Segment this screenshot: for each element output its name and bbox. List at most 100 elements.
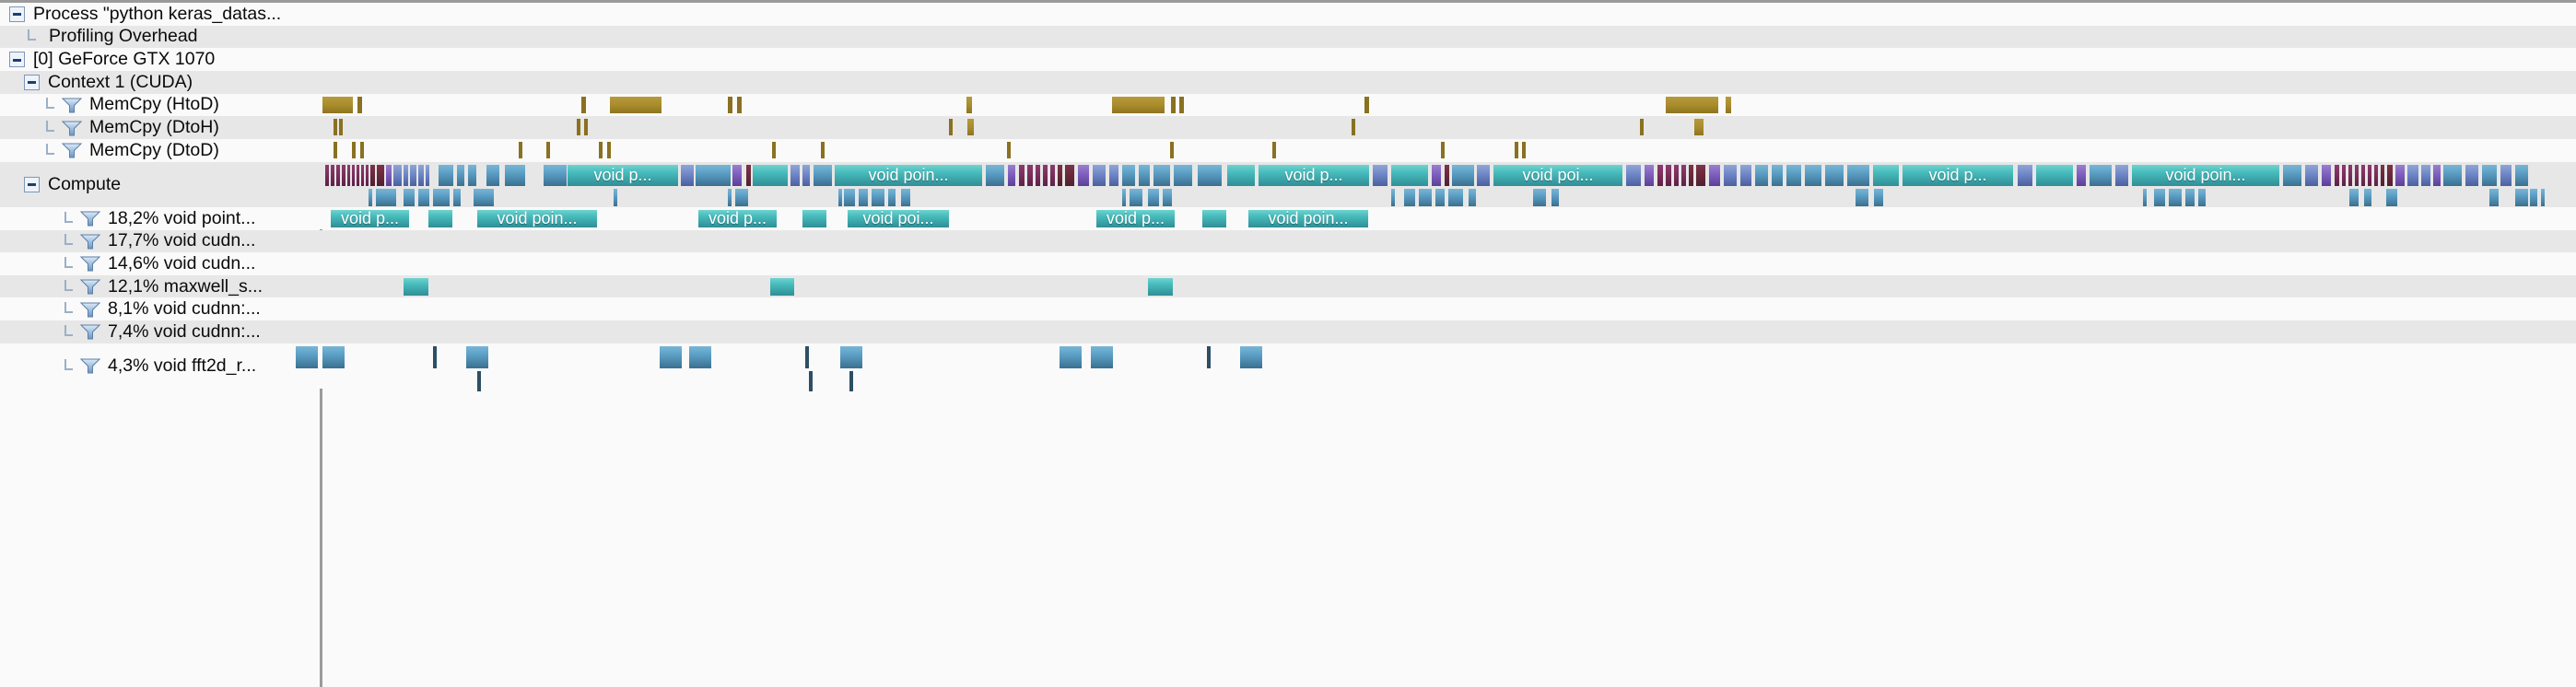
timeline-bar[interactable] [901, 188, 910, 206]
timeline-bar[interactable] [1551, 188, 1559, 206]
timeline-bar[interactable] [2433, 164, 2441, 186]
timeline-bar[interactable]: void poi... [848, 209, 949, 227]
timeline-bar[interactable] [336, 164, 340, 186]
timeline-bar[interactable] [1391, 188, 1395, 206]
timeline-bar[interactable] [577, 119, 580, 136]
timeline-bar[interactable] [844, 188, 855, 206]
timeline-bar[interactable] [1404, 188, 1415, 206]
timeline-bar[interactable] [357, 164, 359, 186]
timeline-bar[interactable] [474, 188, 494, 206]
timeline-bar[interactable] [352, 164, 355, 186]
timeline-bar[interactable] [2198, 188, 2206, 206]
timeline-bar[interactable] [404, 188, 415, 206]
timeline-bar[interactable] [1207, 345, 1211, 368]
timeline-bar[interactable] [1036, 164, 1040, 186]
timeline-bar[interactable] [772, 141, 776, 158]
timeline-bar[interactable] [599, 141, 603, 158]
timeline-bar[interactable] [790, 164, 800, 186]
tree-row-label[interactable]: 4,3% void fft2d_r... [0, 344, 320, 389]
timeline-bar[interactable] [1825, 164, 1844, 186]
timeline-bar[interactable] [986, 164, 1004, 186]
timeline-bar[interactable] [1060, 345, 1082, 368]
timeline-bar[interactable] [753, 164, 788, 186]
timeline-bar[interactable] [2169, 188, 2182, 206]
timeline-bar[interactable] [1674, 164, 1679, 186]
timeline-bar[interactable] [546, 141, 550, 158]
timeline-row[interactable]: 8,1% void cudnn:... [0, 297, 2576, 321]
timeline-bar[interactable] [1640, 119, 1644, 136]
timeline-bar[interactable] [746, 164, 751, 186]
timeline-bar[interactable]: void poi... [1493, 164, 1622, 186]
timeline-bar[interactable] [2143, 188, 2147, 206]
timeline-bar[interactable] [2374, 164, 2378, 186]
timeline-bar[interactable] [859, 188, 868, 206]
timeline-row[interactable]: 14,6% void cudn... [0, 252, 2576, 275]
timeline-bar[interactable] [805, 345, 809, 368]
filter-funnel-icon[interactable] [80, 255, 100, 272]
timeline-row[interactable]: [0] GeForce GTX 1070 [0, 48, 2576, 71]
timeline-bar[interactable] [581, 96, 586, 113]
timeline-row[interactable]: Profiling Overhead [0, 25, 2576, 49]
timeline-bar[interactable] [418, 188, 429, 206]
filter-funnel-icon[interactable] [62, 120, 82, 136]
timeline-bar[interactable] [453, 188, 461, 206]
timeline-bar[interactable] [689, 345, 711, 368]
timeline-bar[interactable] [949, 119, 953, 136]
timeline-bar[interactable] [404, 164, 408, 186]
filter-funnel-icon[interactable] [80, 357, 100, 374]
timeline-bar[interactable] [357, 96, 362, 113]
timeline-bar[interactable] [2348, 164, 2352, 186]
timeline-bar[interactable] [728, 188, 732, 206]
timeline-bar[interactable] [361, 164, 364, 186]
timeline-lane[interactable] [322, 275, 2576, 298]
timeline-bar[interactable] [1148, 277, 1173, 296]
timeline-bar[interactable] [1050, 164, 1055, 186]
timeline-bar[interactable] [360, 141, 364, 158]
timeline-bar[interactable] [1227, 164, 1255, 186]
timeline-bar[interactable] [2154, 188, 2165, 206]
timeline-bar[interactable] [1873, 164, 1899, 186]
timeline-row[interactable]: MemCpy (DtoH) [0, 116, 2576, 139]
timeline-bar[interactable] [1847, 164, 1869, 186]
timeline-bar[interactable] [584, 119, 588, 136]
timeline-bar[interactable] [696, 164, 731, 186]
timeline-bar[interactable] [814, 164, 832, 186]
timeline-bar[interactable]: void p... [698, 209, 777, 227]
timeline-bar[interactable] [2387, 164, 2393, 186]
timeline-bar[interactable] [1477, 164, 1490, 186]
timeline-bar[interactable] [1364, 96, 1369, 113]
timeline-bar[interactable] [322, 96, 353, 113]
timeline-bar[interactable] [821, 141, 825, 158]
tree-row-label[interactable]: MemCpy (HtoD) [0, 94, 320, 117]
timeline-bar[interactable] [1065, 164, 1074, 186]
timeline-bar[interactable] [1078, 164, 1089, 186]
timeline-bar[interactable] [1174, 164, 1192, 186]
timeline-bar[interactable] [610, 96, 662, 113]
timeline-bar[interactable] [439, 164, 453, 186]
timeline-bar[interactable] [1139, 164, 1150, 186]
timeline-bar[interactable] [1681, 164, 1686, 186]
filter-funnel-icon[interactable] [80, 233, 100, 250]
timeline-lane[interactable] [322, 297, 2576, 320]
timeline-bar[interactable] [369, 188, 372, 206]
timeline-row[interactable]: MemCpy (DtoD) [0, 138, 2576, 162]
tree-row-label[interactable]: Context 1 (CUDA) [0, 71, 320, 94]
collapse-expander-icon[interactable] [24, 176, 40, 192]
timeline-lane[interactable] [322, 71, 2576, 94]
timeline-bar[interactable] [1469, 188, 1476, 206]
tree-row-label[interactable]: MemCpy (DtoH) [0, 116, 320, 139]
timeline-bar[interactable] [1091, 345, 1113, 368]
timeline-lane[interactable] [322, 116, 2576, 139]
timeline-bar[interactable] [426, 164, 429, 186]
timeline-bar[interactable] [505, 164, 525, 186]
timeline-bar[interactable] [2530, 188, 2537, 206]
timeline-bar[interactable] [1533, 188, 1546, 206]
timeline-bar[interactable] [468, 164, 476, 186]
timeline-bar[interactable] [322, 345, 345, 368]
timeline-row[interactable]: 7,4% void cudnn:... [0, 320, 2576, 344]
timeline-bar[interactable] [1666, 164, 1671, 186]
timeline-bar[interactable] [2395, 164, 2405, 186]
timeline-bar[interactable] [1805, 164, 1821, 186]
timeline-bar[interactable] [418, 164, 424, 186]
timeline-bar[interactable] [1122, 188, 1126, 206]
